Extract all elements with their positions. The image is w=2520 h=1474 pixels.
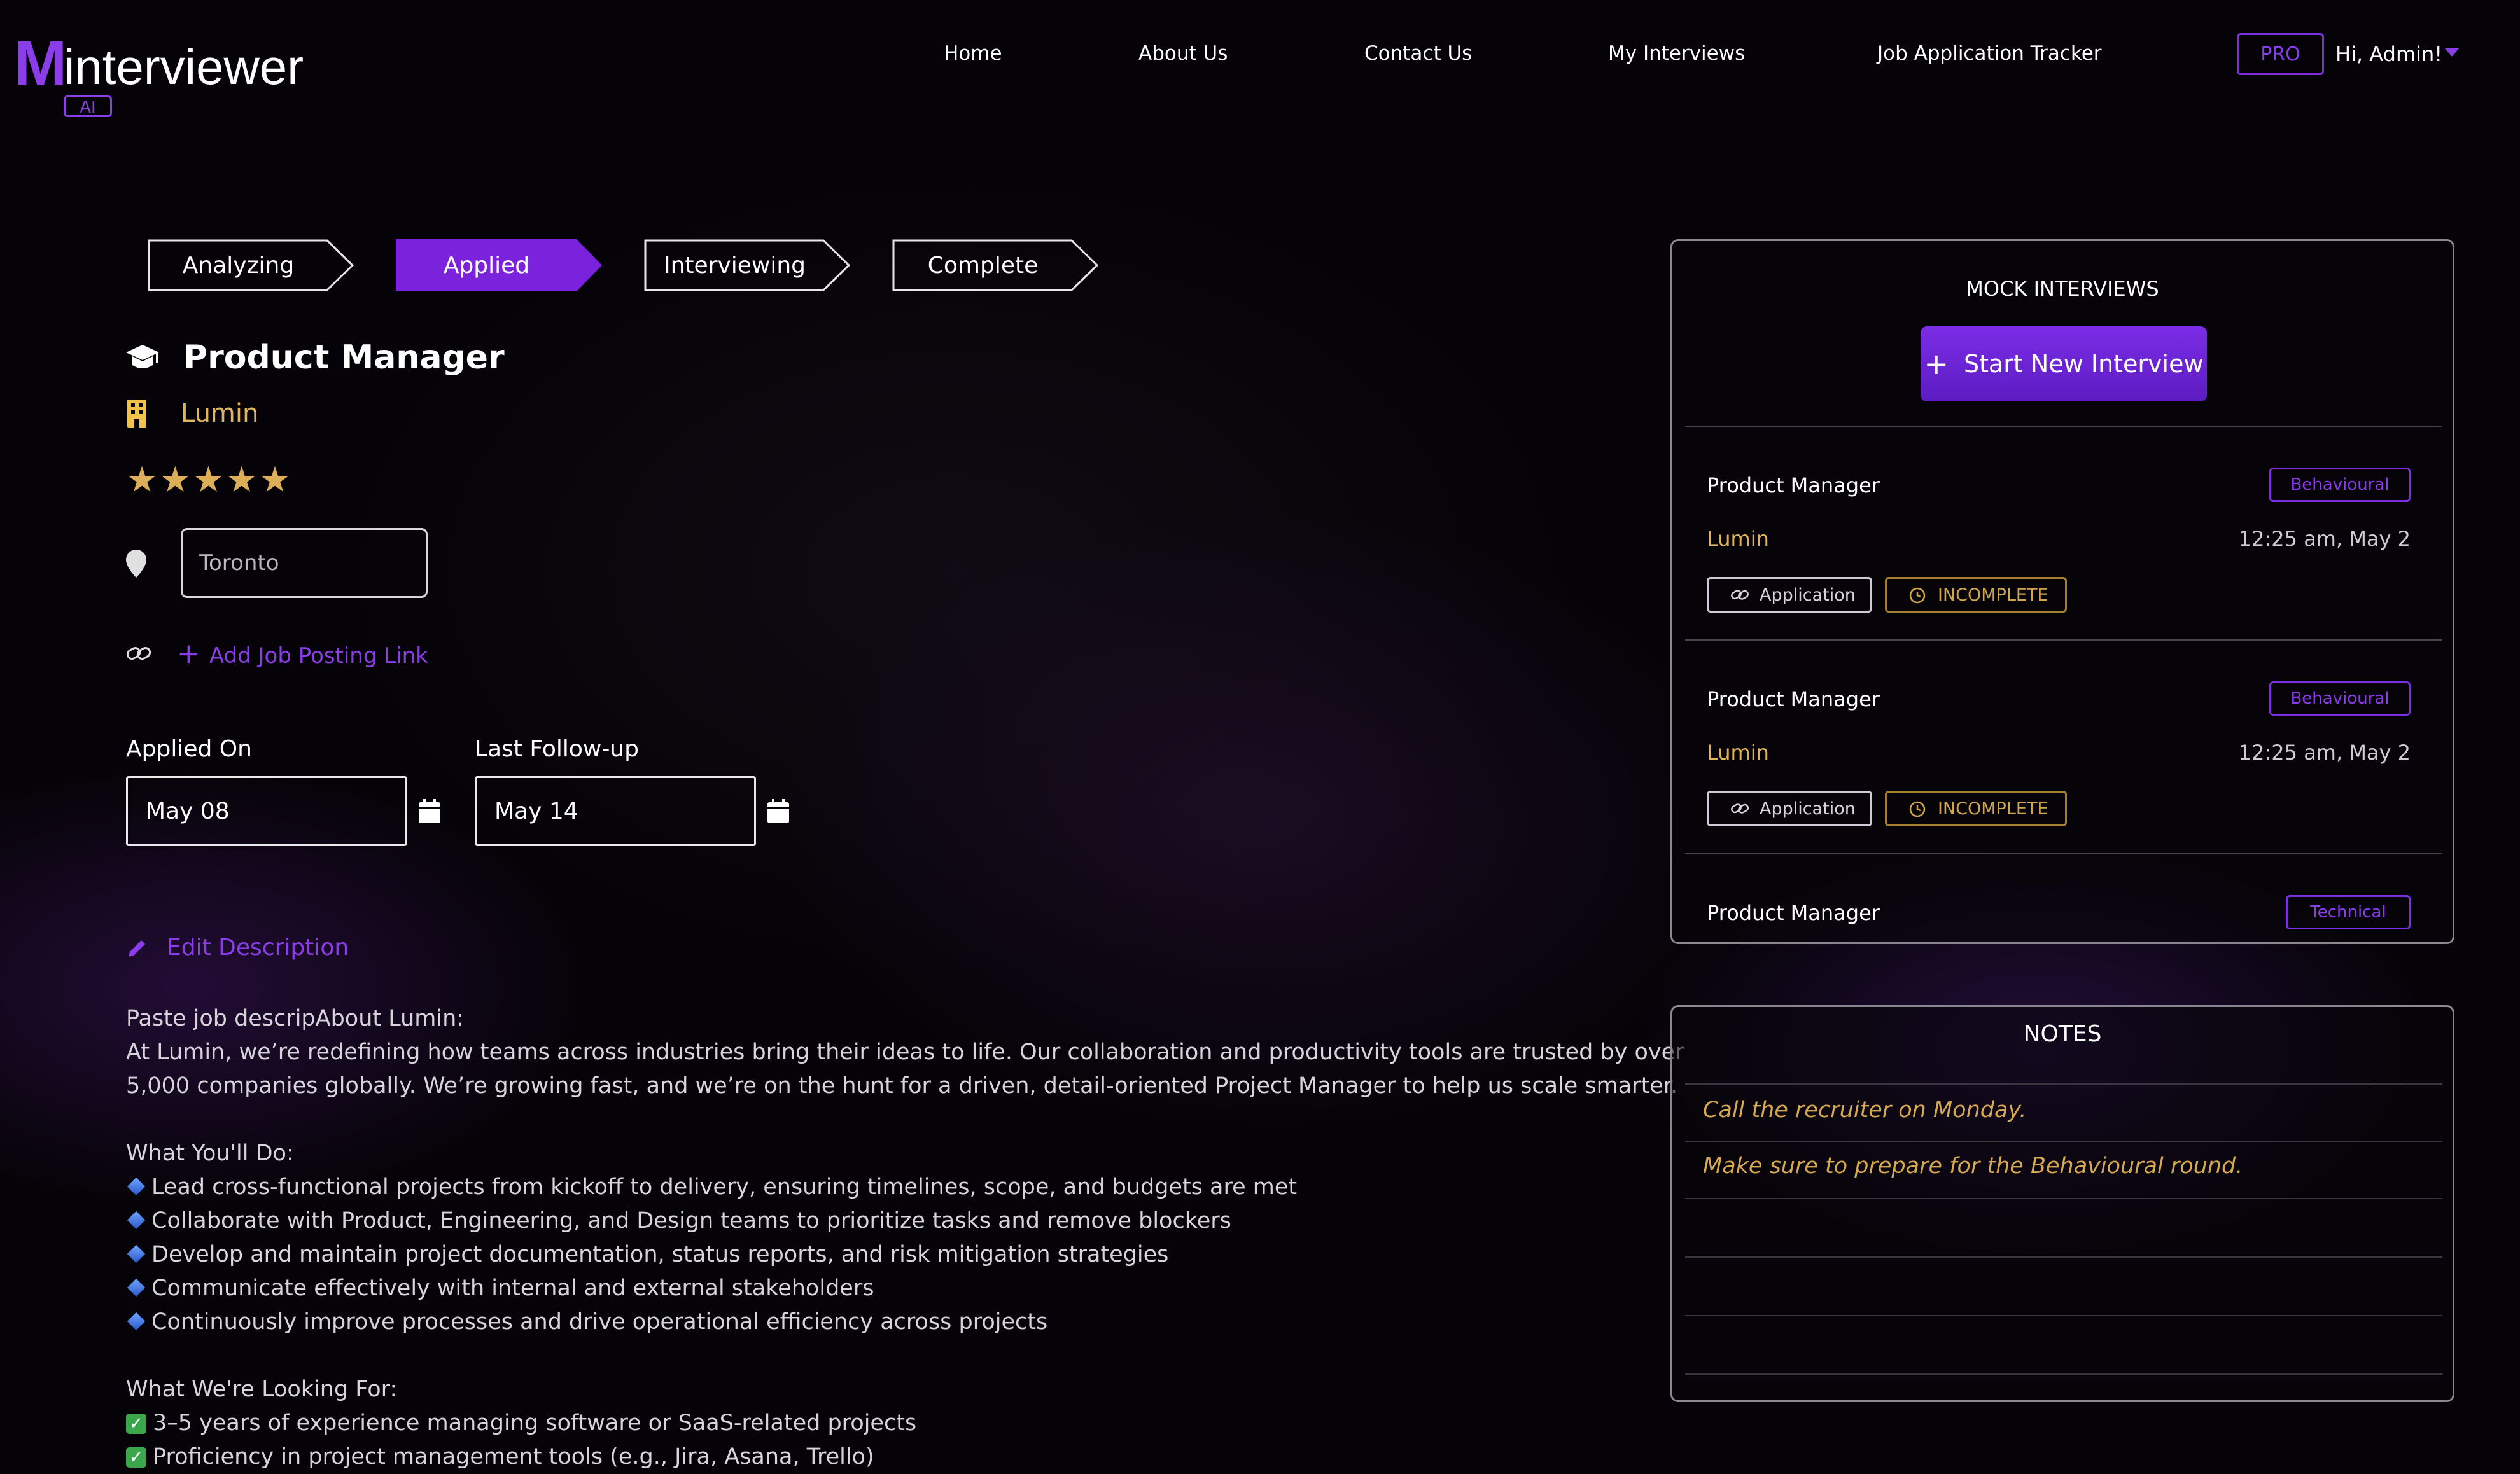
logo-ai-badge: AI [64, 95, 112, 117]
check-icon: ✓ [126, 1414, 146, 1434]
status-badge: INCOMPLETE [1885, 791, 2067, 826]
job-description: Paste job descripAbout Lumin: At Lumin, … [126, 1002, 1684, 1474]
interview-type-badge: Behavioural [2269, 468, 2411, 502]
note-divider [1685, 1315, 2442, 1316]
blue-diamond-icon [127, 1312, 146, 1331]
desc-paragraph: 5,000 companies globally. We’re growing … [126, 1073, 1678, 1099]
desc-list-item: Collaborate with Product, Engineering, a… [126, 1204, 1628, 1238]
applied-on-label: Applied On [126, 736, 252, 762]
step-analyzing[interactable]: Analyzing [148, 239, 354, 291]
job-title: Product Manager [183, 338, 505, 377]
nav-contact-us[interactable]: Contact Us [1364, 39, 1472, 67]
blue-diamond-icon [127, 1278, 146, 1297]
nav-my-interviews[interactable]: My Interviews [1608, 39, 1745, 67]
clock-icon [1909, 801, 1926, 817]
note-divider [1685, 1373, 2442, 1375]
step-label: Interviewing [663, 252, 806, 279]
mock-interviews-panel[interactable]: MOCK INTERVIEWS + Start New Interview Pro… [1670, 239, 2454, 944]
last-follow-up-label: Last Follow-up [475, 736, 640, 762]
star-rating[interactable]: ★★★★★ [126, 458, 292, 503]
nav-job-application-tracker[interactable]: Job Application Tracker [1877, 39, 2102, 67]
step-interviewing[interactable]: Interviewing [644, 239, 851, 291]
logo-initial[interactable]: M [14, 32, 67, 95]
interview-card[interactable]: Product Manager Technical [1685, 853, 2442, 942]
interview-time: 12:25 am, May 2 [2238, 740, 2411, 765]
last-follow-up-date-field[interactable]: May 14 [475, 776, 756, 846]
calendar-icon[interactable] [767, 799, 789, 823]
company-name: Lumin [181, 399, 259, 428]
plus-icon: + [1924, 347, 1949, 381]
interview-company: Lumin [1707, 740, 1769, 765]
check-icon: ✓ [126, 1447, 146, 1468]
nav-about-us[interactable]: About Us [1138, 39, 1228, 67]
location-input[interactable] [181, 528, 428, 598]
notes-title: NOTES [2023, 1021, 2102, 1047]
graduation-cap-icon [126, 345, 159, 368]
calendar-icon[interactable] [419, 799, 440, 823]
interview-company: Lumin [1707, 527, 1769, 551]
mock-interviews-title: MOCK INTERVIEWS [1966, 277, 2159, 301]
application-link-chip[interactable]: Application [1707, 577, 1872, 613]
add-job-posting-link[interactable]: + Add Job Posting Link [177, 636, 428, 674]
pro-badge[interactable]: PRO [2237, 33, 2324, 75]
link-icon [1731, 590, 1749, 600]
link-icon [126, 647, 151, 660]
start-new-interview-label: Start New Interview [1963, 350, 2204, 378]
note-divider [1685, 1198, 2442, 1199]
edit-description-button[interactable]: Edit Description [129, 929, 349, 967]
edit-description-label: Edit Description [167, 935, 349, 961]
application-link-chip[interactable]: Application [1707, 791, 1872, 826]
step-label: Analyzing [182, 252, 295, 279]
blue-diamond-icon [127, 1211, 146, 1230]
desc-paragraph: At Lumin, we’re redefining how teams acr… [126, 1039, 1684, 1065]
step-label: Complete [927, 252, 1039, 279]
location-pin-icon [126, 550, 146, 578]
clock-icon [1909, 587, 1926, 604]
notes-panel[interactable]: NOTES Call the recruiter on Monday. Make… [1670, 1005, 2454, 1402]
desc-intro: Paste job descripAbout Lumin: [126, 1006, 465, 1031]
note-divider [1685, 1256, 2442, 1258]
pencil-icon [129, 940, 145, 957]
status-badge: INCOMPLETE [1885, 577, 2067, 613]
step-applied[interactable]: Applied [396, 239, 602, 291]
interview-role: Product Manager [1707, 687, 1880, 711]
note-divider [1685, 1083, 2442, 1085]
applied-on-date-field[interactable]: May 08 [126, 776, 407, 846]
desc-list-item: Develop and maintain project documentati… [126, 1238, 1628, 1272]
desc-list-item: ✓ Proficiency in project management tools… [126, 1440, 1628, 1474]
desc-heading: What We're Looking For: [126, 1377, 398, 1402]
note-item[interactable]: Make sure to prepare for the Behavioural… [1703, 1147, 2243, 1185]
desc-list-item: Lead cross-functional projects from kick… [126, 1171, 1628, 1204]
interview-role: Product Manager [1707, 901, 1880, 925]
step-label: Applied [443, 252, 530, 279]
interview-time: 12:25 am, May 2 [2238, 527, 2411, 551]
start-new-interview-button[interactable]: + Start New Interview [1921, 326, 2207, 401]
blue-diamond-icon [127, 1177, 146, 1196]
desc-heading: What You'll Do: [126, 1141, 294, 1166]
desc-list-item: ✓ 3–5 years of experience managing softwa… [126, 1407, 1628, 1440]
interview-card[interactable]: Product Manager Behavioural Lumin 12:25 … [1685, 426, 2442, 637]
plus-icon: + [177, 637, 200, 670]
desc-list-item: Continuously improve processes and drive… [126, 1305, 1628, 1339]
note-divider [1685, 1141, 2442, 1142]
nav-home[interactable]: Home [944, 39, 1002, 67]
step-complete[interactable]: Complete [892, 239, 1099, 291]
user-menu[interactable]: Hi, Admin! [2335, 39, 2442, 69]
interview-role: Product Manager [1707, 473, 1880, 497]
link-icon [1731, 803, 1749, 814]
chevron-down-icon[interactable] [2445, 48, 2459, 57]
interview-type-badge: Behavioural [2269, 681, 2411, 716]
interview-card[interactable]: Product Manager Behavioural Lumin 12:25 … [1685, 639, 2442, 851]
interview-type-badge: Technical [2286, 895, 2411, 929]
desc-list-item: Communicate effectively with internal an… [126, 1272, 1628, 1305]
note-item[interactable]: Call the recruiter on Monday. [1703, 1091, 2027, 1129]
logo-wordmark[interactable]: interviewer [64, 38, 304, 95]
add-link-label: Add Job Posting Link [209, 643, 428, 669]
building-icon [127, 400, 146, 428]
blue-diamond-icon [127, 1244, 146, 1263]
